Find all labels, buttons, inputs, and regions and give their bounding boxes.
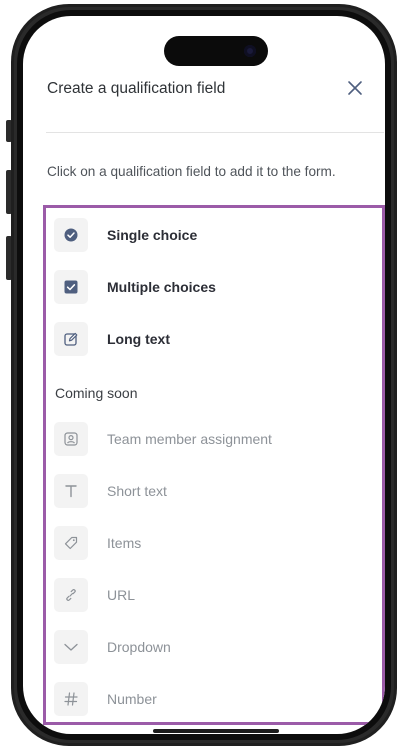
dynamic-island — [164, 36, 268, 66]
link-icon — [54, 578, 88, 612]
field-option-label: Multiple choices — [107, 279, 216, 295]
field-option-team-member-assignment: Team member assignment — [54, 421, 272, 457]
camera-icon — [244, 45, 256, 57]
hash-icon — [54, 682, 88, 716]
close-button[interactable] — [343, 76, 367, 100]
field-option-label: Dropdown — [107, 639, 171, 655]
radio-checked-icon — [54, 218, 88, 252]
edit-icon — [54, 322, 88, 356]
chevron-down-icon — [54, 630, 88, 664]
field-option-label: Items — [107, 535, 142, 551]
header-divider — [46, 132, 384, 133]
coming-soon-heading: Coming soon — [55, 385, 138, 401]
field-option-label: Single choice — [107, 227, 198, 243]
field-option-number: Number — [54, 681, 157, 717]
field-option-label: Long text — [107, 331, 170, 347]
field-option-url: URL — [54, 577, 135, 613]
text-t-icon — [54, 474, 88, 508]
field-option-dropdown: Dropdown — [54, 629, 171, 665]
instruction-text: Click on a qualification field to add it… — [47, 164, 336, 179]
field-option-long-text[interactable]: Long text — [54, 321, 170, 357]
close-icon — [348, 81, 362, 95]
field-option-label: Short text — [107, 483, 167, 499]
phone-screen: Create a qualification field Click on a … — [23, 16, 385, 734]
user-badge-icon — [54, 422, 88, 456]
field-option-multiple-choices[interactable]: Multiple choices — [54, 269, 216, 305]
home-indicator — [153, 729, 279, 733]
panel-title: Create a qualification field — [47, 80, 226, 97]
field-option-short-text: Short text — [54, 473, 167, 509]
field-option-label: URL — [107, 587, 136, 603]
tag-icon — [54, 526, 88, 560]
phone-frame: Create a qualification field Click on a … — [11, 4, 397, 746]
field-option-label: Number — [107, 691, 157, 707]
checkbox-checked-icon — [54, 270, 88, 304]
field-option-label: Team member assignment — [107, 431, 272, 447]
field-option-items: Items — [54, 525, 141, 561]
stage: Create a qualification field Click on a … — [0, 0, 403, 750]
phone-bezel: Create a qualification field Click on a … — [17, 10, 391, 740]
field-option-single-choice[interactable]: Single choice — [54, 217, 197, 253]
